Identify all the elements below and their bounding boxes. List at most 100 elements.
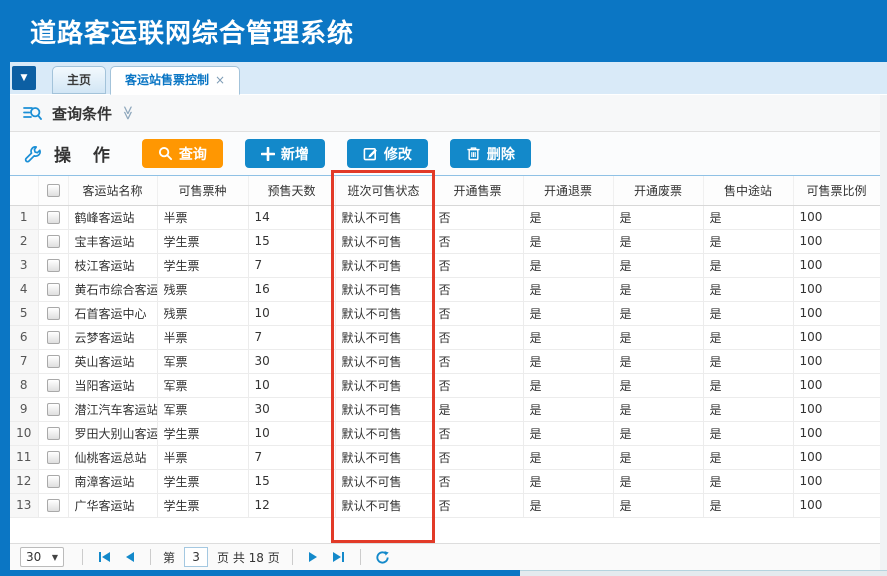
row-checkbox[interactable]	[47, 211, 60, 224]
row-number: 5	[10, 301, 38, 325]
table-row[interactable]: 5石首客运中心残票10默认不可售否是是是100	[10, 301, 880, 325]
collapse-chevron-icon[interactable]: ≫	[119, 106, 135, 121]
select-all-checkbox[interactable]	[47, 184, 60, 197]
row-checkbox-cell	[38, 205, 68, 229]
delete-button[interactable]: 删除	[450, 139, 531, 168]
column-header-void-open[interactable]: 开通废票	[613, 176, 703, 205]
cell-station-name: 石首客运中心	[68, 301, 157, 325]
cell-sale-open: 否	[432, 469, 523, 493]
row-checkbox[interactable]	[47, 475, 60, 488]
cell-void-open: 是	[613, 445, 703, 469]
operations-toolbar: 操 作 查询 新增 修改	[10, 132, 880, 175]
first-page-button[interactable]	[99, 552, 110, 562]
cell-ratio: 100	[793, 229, 880, 253]
row-checkbox[interactable]	[47, 403, 60, 416]
divider	[292, 549, 293, 565]
table-row[interactable]: 2宝丰客运站学生票15默认不可售否是是是100	[10, 229, 880, 253]
column-header-refund-open[interactable]: 开通退票	[523, 176, 613, 205]
page-number-input[interactable]	[184, 547, 208, 567]
row-checkbox[interactable]	[47, 451, 60, 464]
triangle-right-icon	[309, 552, 317, 562]
table-row[interactable]: 3枝江客运站学生票7默认不可售否是是是100	[10, 253, 880, 277]
cell-sale-open: 否	[432, 205, 523, 229]
table-row[interactable]: 13广华客运站学生票12默认不可售否是是是100	[10, 493, 880, 517]
cell-ratio: 100	[793, 397, 880, 421]
cell-ticket-type: 军票	[157, 349, 248, 373]
add-button[interactable]: 新增	[245, 139, 325, 168]
cell-refund-open: 是	[523, 421, 613, 445]
table-row[interactable]: 11仙桃客运总站半票7默认不可售否是是是100	[10, 445, 880, 469]
cell-void-open: 是	[613, 493, 703, 517]
edit-button[interactable]: 修改	[347, 139, 428, 168]
cell-midway-sale: 是	[703, 421, 793, 445]
row-checkbox[interactable]	[47, 379, 60, 392]
cell-station-name: 云梦客运站	[68, 325, 157, 349]
query-button-label: 查询	[179, 144, 207, 164]
cell-refund-open: 是	[523, 253, 613, 277]
cell-midway-sale: 是	[703, 373, 793, 397]
cell-presale-days: 7	[248, 325, 335, 349]
cell-midway-sale: 是	[703, 205, 793, 229]
table-row[interactable]: 12南漳客运站学生票15默认不可售否是是是100	[10, 469, 880, 493]
cell-ratio: 100	[793, 421, 880, 445]
cell-sale-open: 否	[432, 349, 523, 373]
row-checkbox[interactable]	[47, 235, 60, 248]
table-row[interactable]: 10罗田大别山客运站学生票10默认不可售否是是是100	[10, 421, 880, 445]
table-row[interactable]: 1鹤峰客运站半票14默认不可售否是是是100	[10, 205, 880, 229]
column-header-midway-sale[interactable]: 售中途站	[703, 176, 793, 205]
cell-void-open: 是	[613, 373, 703, 397]
row-checkbox[interactable]	[47, 331, 60, 344]
tab-ticket-control[interactable]: 客运站售票控制×	[110, 66, 240, 95]
row-checkbox[interactable]	[47, 427, 60, 440]
table-row[interactable]: 6云梦客运站半票7默认不可售否是是是100	[10, 325, 880, 349]
cell-refund-open: 是	[523, 301, 613, 325]
cell-station-name: 鹤峰客运站	[68, 205, 157, 229]
cell-presale-days: 15	[248, 229, 335, 253]
cell-station-name: 枝江客运站	[68, 253, 157, 277]
table-row[interactable]: 9潜江汽车客运站军票30默认不可售是是是是100	[10, 397, 880, 421]
row-number: 4	[10, 277, 38, 301]
row-checkbox[interactable]	[47, 283, 60, 296]
query-panel-title: 查询条件	[52, 103, 112, 124]
cell-refund-open: 是	[523, 493, 613, 517]
close-icon[interactable]: ×	[215, 73, 225, 87]
column-header-ticket-type[interactable]: 可售票种	[157, 176, 248, 205]
cell-ratio: 100	[793, 325, 880, 349]
row-checkbox-cell	[38, 469, 68, 493]
query-conditions-panel[interactable]: 查询条件 ≫	[10, 95, 880, 132]
row-checkbox[interactable]	[47, 355, 60, 368]
prev-page-button[interactable]	[126, 552, 134, 562]
page-size-select[interactable]: 30 ▼	[20, 547, 64, 567]
row-checkbox[interactable]	[47, 259, 60, 272]
divider	[82, 549, 83, 565]
app-header: 道路客运联网综合管理系统	[0, 0, 887, 62]
cell-schedule-status: 默认不可售	[335, 325, 432, 349]
cell-refund-open: 是	[523, 349, 613, 373]
column-header-ratio[interactable]: 可售票比例	[793, 176, 880, 205]
column-header-schedule-status[interactable]: 班次可售状态	[335, 176, 432, 205]
refresh-button[interactable]	[375, 550, 390, 565]
cell-station-name: 英山客运站	[68, 349, 157, 373]
row-checkbox[interactable]	[47, 307, 60, 320]
tab-home[interactable]: 主页	[52, 66, 106, 94]
cell-sale-open: 否	[432, 373, 523, 397]
table-row[interactable]: 8当阳客运站军票10默认不可售否是是是100	[10, 373, 880, 397]
last-page-button[interactable]	[333, 552, 344, 562]
cell-midway-sale: 是	[703, 469, 793, 493]
cell-midway-sale: 是	[703, 253, 793, 277]
cell-refund-open: 是	[523, 277, 613, 301]
tab-bar: ▼ 主页 客运站售票控制×	[0, 62, 887, 95]
tab-list-dropdown-button[interactable]: ▼	[12, 66, 36, 90]
query-button[interactable]: 查询	[142, 139, 223, 168]
wrench-icon	[22, 144, 42, 164]
row-number: 6	[10, 325, 38, 349]
table-row[interactable]: 4黄石市综合客运站残票16默认不可售否是是是100	[10, 277, 880, 301]
column-header-sale-open[interactable]: 开通售票	[432, 176, 523, 205]
table-row[interactable]: 7英山客运站军票30默认不可售否是是是100	[10, 349, 880, 373]
column-header-presale-days[interactable]: 预售天数	[248, 176, 335, 205]
column-header-station-name[interactable]: 客运站名称	[68, 176, 157, 205]
row-checkbox[interactable]	[47, 499, 60, 512]
cell-ticket-type: 学生票	[157, 469, 248, 493]
next-page-button[interactable]	[309, 552, 317, 562]
first-page-icon	[99, 552, 101, 562]
